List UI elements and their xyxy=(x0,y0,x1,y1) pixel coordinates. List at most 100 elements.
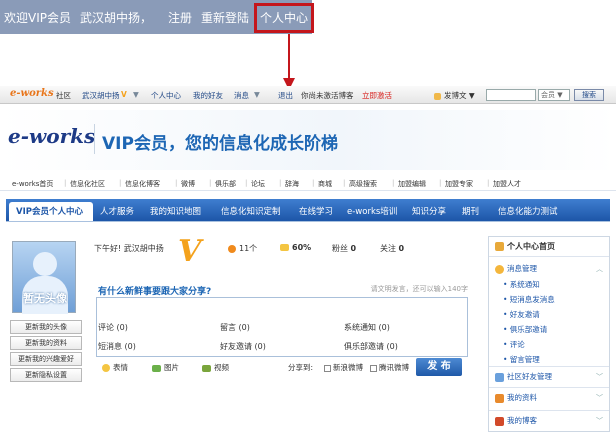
avatar[interactable]: 暂无头像 xyxy=(12,241,76,314)
tab-vip-center[interactable]: VIP会员个人中心 xyxy=(9,202,93,221)
sidebar-message-mgmt[interactable]: 消息管理 xyxy=(495,263,537,274)
register-link[interactable]: 注册 xyxy=(168,9,192,26)
username-link[interactable]: 武汉胡中扬， xyxy=(80,9,152,26)
post-toolbar: 表情 图片 视频 分享到: 新浪微博 腾讯微博 xyxy=(96,360,468,376)
link-nav-item[interactable]: 加盟专家 xyxy=(445,179,473,189)
completion-stat[interactable]: 60% xyxy=(280,243,311,252)
link-nav-separator: | xyxy=(209,179,212,187)
profile-update-button[interactable]: 更新隐私设置 xyxy=(10,368,82,382)
site-logo-small[interactable]: e-works xyxy=(10,88,54,99)
site-logo-large[interactable]: e-works xyxy=(8,124,95,148)
stat-item[interactable]: 好友邀请 (0) xyxy=(220,341,266,352)
profile-update-button[interactable]: 更新我的资料 xyxy=(10,336,82,350)
toolbar-my-friends[interactable]: 我的好友 xyxy=(193,90,223,101)
video-button[interactable]: 视频 xyxy=(202,362,229,373)
search-input[interactable] xyxy=(486,89,536,101)
link-nav-item[interactable]: 辞海 xyxy=(285,179,299,189)
share-qq-checkbox[interactable]: 腾讯微博 xyxy=(370,362,409,373)
share-sina-checkbox[interactable]: 新浪微博 xyxy=(324,362,363,373)
link-nav-separator: | xyxy=(119,179,122,187)
toolbar-messages[interactable]: 消息 xyxy=(234,90,249,101)
activate-now-link[interactable]: 立即激活 xyxy=(362,90,392,101)
sidebar-message-item[interactable]: • 好友邀请 xyxy=(503,309,540,320)
stat-item[interactable]: 俱乐部邀请 (0) xyxy=(344,341,398,352)
sidebar-message-item[interactable]: • 评论 xyxy=(503,339,525,350)
sidebar-message-item[interactable]: • 俱乐部邀请 xyxy=(503,324,547,335)
link-nav-item[interactable]: 高级搜索 xyxy=(349,179,377,189)
banner-slogan: VIP会员，您的信息化成长阶梯 xyxy=(102,134,338,154)
blog-not-activated-text: 你尚未激活博客 xyxy=(301,91,354,100)
toolbar-logout[interactable]: 退出 xyxy=(278,90,293,101)
chevron-up-icon[interactable]: ︿ xyxy=(596,264,603,274)
toolbar-username[interactable]: 武汉胡中扬 xyxy=(82,90,120,101)
post-blog-button[interactable]: 发博文 ▼ xyxy=(434,90,475,101)
stat-item[interactable]: 系统通知 (0) xyxy=(344,322,390,333)
main-nav-item[interactable]: 信息化知识定制 xyxy=(221,205,281,217)
video-icon xyxy=(202,364,211,372)
profile-update-button[interactable]: 更新我的兴趣爱好 xyxy=(10,352,82,366)
emoji-button[interactable]: 表情 xyxy=(102,362,128,373)
post-prompt: 有什么新鲜事要跟大家分享? xyxy=(98,287,212,297)
main-nav-item[interactable]: e-works培训 xyxy=(347,205,397,217)
link-nav-item[interactable]: 论坛 xyxy=(251,179,265,189)
stat-item[interactable]: 留言 (0) xyxy=(220,322,250,333)
sidebar-section-my-profile[interactable]: 我的资料 xyxy=(495,392,537,403)
search-button[interactable]: 搜索 xyxy=(574,89,604,101)
post-hint: 请文明发言，还可以输入140字 xyxy=(370,285,468,293)
main-nav-item[interactable]: 信息化能力测试 xyxy=(498,205,558,217)
link-nav-separator: | xyxy=(343,179,346,187)
vip-badge-icon: V xyxy=(178,234,202,269)
link-nav-item[interactable]: 信息化社区 xyxy=(70,179,105,189)
main-nav-item[interactable]: 在线学习 xyxy=(299,205,333,217)
sidebar-message-item[interactable]: • 留言管理 xyxy=(503,354,540,365)
sidebar-message-item[interactable]: • 系统通知 xyxy=(503,279,540,290)
link-nav-item[interactable]: 加盟人才 xyxy=(493,179,521,189)
highlight-box xyxy=(254,3,314,33)
link-nav-separator: | xyxy=(439,179,442,187)
greeting-text: 下午好! 武汉胡中扬 xyxy=(94,244,164,253)
link-nav-separator: | xyxy=(487,179,490,187)
coins-stat[interactable]: 11个 xyxy=(228,243,257,254)
chevron-down-icon[interactable]: ▼ xyxy=(133,90,139,99)
relogin-link[interactable]: 重新登陆 xyxy=(201,9,249,26)
nav-divider xyxy=(6,221,610,222)
chevron-down-icon[interactable]: ﹀ xyxy=(596,372,603,382)
link-nav-item[interactable]: 信息化博客 xyxy=(125,179,160,189)
main-nav-item[interactable]: 知识分享 xyxy=(412,205,446,217)
link-nav-item[interactable]: 俱乐部 xyxy=(215,179,236,189)
profile-update-button[interactable]: 更新我的头像 xyxy=(10,320,82,334)
toolbar-personal-center[interactable]: 个人中心 xyxy=(151,90,181,101)
main-nav-item[interactable]: 期刊 xyxy=(462,205,479,217)
message-icon xyxy=(495,264,504,274)
fans-stat[interactable]: 粉丝 0 xyxy=(332,243,356,254)
main-nav-item[interactable]: 我的知识地图 xyxy=(150,205,201,217)
pencil-icon xyxy=(434,92,441,100)
sidebar-home[interactable]: 个人中心首页 xyxy=(495,241,555,252)
post-textarea[interactable] xyxy=(96,297,468,357)
chevron-down-icon[interactable]: ﹀ xyxy=(596,393,603,403)
site-page: e-works 社区 武汉胡中扬 V ▼ 个人中心 我的好友 消息 ▼ 退出 你… xyxy=(0,86,616,432)
link-nav-item[interactable]: e-works首页 xyxy=(12,179,53,189)
follow-stat[interactable]: 关注 0 xyxy=(380,243,404,254)
sidebar-section-my-blog[interactable]: 我的博客 xyxy=(495,415,537,426)
stat-item[interactable]: 短消息 (0) xyxy=(98,341,136,352)
link-nav-item[interactable]: 微博 xyxy=(181,179,195,189)
sidebar-message-item[interactable]: • 短消息发消息 xyxy=(503,294,555,305)
profile-icon xyxy=(495,393,504,403)
chevron-down-icon[interactable]: ﹀ xyxy=(596,416,603,426)
sidebar-section-friend-mgmt[interactable]: 社区好友管理 xyxy=(495,371,552,382)
publish-button[interactable]: 发 布 xyxy=(416,358,462,376)
chevron-down-icon[interactable]: ▼ xyxy=(254,90,260,99)
friends-icon xyxy=(495,372,504,382)
link-nav-separator: | xyxy=(312,179,315,187)
link-nav-separator: | xyxy=(392,179,395,187)
image-button[interactable]: 图片 xyxy=(152,362,179,373)
link-nav-separator: | xyxy=(279,179,282,187)
search-scope-select[interactable]: 会员 ▼ xyxy=(538,89,570,101)
sidebar-divider xyxy=(489,387,609,388)
stat-item[interactable]: 评论 (0) xyxy=(98,322,128,333)
link-nav-item[interactable]: 加盟编辑 xyxy=(398,179,426,189)
smiley-icon xyxy=(102,364,110,372)
main-nav-item[interactable]: 人才服务 xyxy=(100,205,134,217)
link-nav-item[interactable]: 商城 xyxy=(318,179,332,189)
